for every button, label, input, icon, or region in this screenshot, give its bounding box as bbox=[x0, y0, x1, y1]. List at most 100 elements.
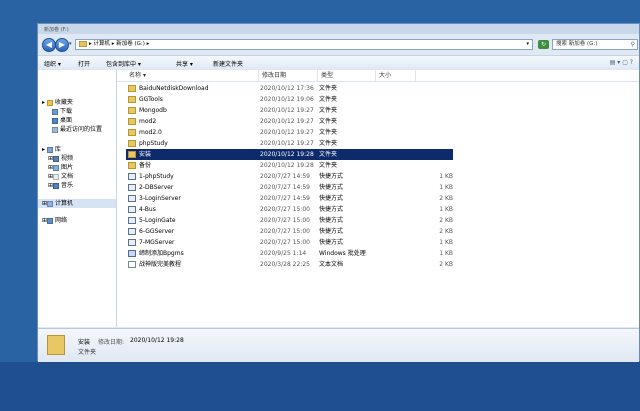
file-type: 快捷方式 bbox=[319, 195, 344, 202]
search-icon[interactable]: ⚲ bbox=[631, 40, 635, 49]
open-button[interactable]: 打开 bbox=[78, 59, 90, 68]
file-name: BaiduNetdiskDownload bbox=[139, 85, 209, 92]
file-type: 快捷方式 bbox=[319, 228, 344, 235]
file-row[interactable]: 1-phpStudy 2020/7/27 14:59 快捷方式 1 KB bbox=[117, 171, 639, 182]
history-dropdown-icon[interactable]: ▾ bbox=[69, 41, 72, 47]
sidebar-item-videos[interactable]: ⊞ 视频 bbox=[38, 154, 116, 163]
share-button[interactable]: 共享 ▾ bbox=[176, 59, 193, 68]
expand-icon[interactable]: ⊞ bbox=[38, 173, 53, 180]
expand-icon[interactable]: ⊞ bbox=[38, 155, 53, 162]
file-row[interactable]: 备份 2020/10/12 19:28 文件夹 bbox=[117, 160, 639, 171]
file-list: 名称 ▾ 修改日期 类型 大小 BaiduNetdiskDownload 2020… bbox=[117, 70, 639, 327]
details-name: 安装 bbox=[78, 339, 91, 346]
window-title: 新加卷 (F:) bbox=[44, 27, 69, 33]
sidebar-item-computer[interactable]: ⊞ 计算机 bbox=[38, 199, 116, 208]
sidebar-item-music[interactable]: ⊞ 音乐 bbox=[38, 181, 116, 190]
include-in-library-button[interactable]: 包含到库中 ▾ bbox=[106, 59, 141, 68]
back-button[interactable]: ◀ bbox=[42, 38, 56, 52]
expand-icon[interactable]: ⊞ bbox=[38, 182, 53, 189]
forward-button[interactable]: ▶ bbox=[55, 38, 69, 52]
file-row[interactable]: BaiduNetdiskDownload 2020/10/12 17:36 文件夹 bbox=[117, 83, 639, 94]
column-size[interactable]: 大小 bbox=[376, 70, 416, 81]
sidebar-item-recent[interactable]: 最近访问的位置 bbox=[38, 125, 116, 134]
file-row[interactable]: 缔制添加Bpgms 2020/9/25 1:14 Windows 批处理 1 KB bbox=[117, 248, 639, 259]
sidebar-item-downloads[interactable]: 下载 bbox=[38, 107, 116, 116]
file-row[interactable]: phpStudy 2020/10/12 19:27 文件夹 bbox=[117, 138, 639, 149]
file-name: 缔制添加Bpgms bbox=[139, 250, 184, 257]
title-bar[interactable]: 新加卷 (F:) bbox=[38, 24, 639, 34]
refresh-button[interactable]: ↻ bbox=[538, 40, 549, 49]
file-row[interactable]: Mongodb 2020/10/12 19:27 文件夹 bbox=[117, 105, 639, 116]
file-type: 快捷方式 bbox=[319, 239, 344, 246]
document-icon bbox=[53, 173, 60, 180]
sidebar-label: 下载 bbox=[60, 108, 73, 115]
file-date: 2020/10/12 19:28 bbox=[260, 162, 314, 169]
file-row[interactable]: mod2.0 2020/10/12 19:27 文件夹 bbox=[117, 127, 639, 138]
file-date: 2020/9/25 1:14 bbox=[260, 250, 307, 257]
file-row[interactable]: 安装 2020/10/12 19:28 文件夹 bbox=[117, 149, 639, 160]
view-options-icons[interactable]: ▤ ▾ ▢ ? bbox=[610, 59, 633, 66]
address-bar[interactable]: ▸ 计算机 ▸ 新加卷 (G:) ▸ ▾ bbox=[75, 39, 533, 50]
file-size: 2 KB bbox=[439, 195, 453, 202]
expand-icon[interactable]: ⊞ bbox=[38, 200, 47, 207]
sidebar-item-libraries[interactable]: ▸ 库 bbox=[38, 145, 116, 154]
file-date: 2020/10/12 19:28 bbox=[260, 151, 314, 158]
file-size: 1 KB bbox=[439, 239, 453, 246]
file-row[interactable]: GGTools 2020/10/12 19:06 文件夹 bbox=[117, 94, 639, 105]
network-icon bbox=[47, 217, 54, 224]
file-row[interactable]: 6-GGServer 2020/7/27 15:00 快捷方式 2 KB bbox=[117, 226, 639, 237]
file-name: 5-LoginGate bbox=[139, 217, 176, 224]
file-row[interactable]: 2-DBServer 2020/7/27 14:59 快捷方式 1 KB bbox=[117, 182, 639, 193]
sidebar-item-desktop[interactable]: 桌面 bbox=[38, 116, 116, 125]
file-row[interactable]: 4-Bus 2020/7/27 15:00 快捷方式 1 KB bbox=[117, 204, 639, 215]
search-input[interactable]: 搜索 新加卷 (G:) ⚲ bbox=[552, 39, 638, 50]
file-name: 7-MGServer bbox=[139, 239, 175, 246]
column-name[interactable]: 名称 ▾ bbox=[126, 70, 259, 81]
column-date[interactable]: 修改日期 bbox=[259, 70, 318, 81]
column-type[interactable]: 类型 bbox=[318, 70, 376, 81]
sidebar-item-pictures[interactable]: ⊞ 图片 bbox=[38, 163, 116, 172]
expand-icon[interactable]: ⊞ bbox=[38, 164, 53, 171]
file-row[interactable]: 战神版完美教程 2020/3/28 22:25 文本文档 2 KB bbox=[117, 259, 639, 270]
sidebar-item-favorites[interactable]: ▸ 收藏夹 bbox=[38, 98, 116, 107]
details-pane: 安装 修改日期: 2020/10/12 19:28 文件夹 bbox=[38, 328, 639, 362]
file-type: Windows 批处理 bbox=[319, 250, 366, 257]
shortcut-icon bbox=[128, 228, 136, 235]
sidebar-label: 库 bbox=[54, 146, 61, 153]
folder-icon bbox=[128, 162, 136, 169]
sidebar-item-documents[interactable]: ⊞ 文档 bbox=[38, 172, 116, 181]
organize-button[interactable]: 组织 ▾ bbox=[44, 59, 61, 68]
file-size: 2 KB bbox=[439, 228, 453, 235]
file-row[interactable]: 5-LoginGate 2020/7/27 15:00 快捷方式 2 KB bbox=[117, 215, 639, 226]
folder-icon bbox=[128, 118, 136, 125]
file-date: 2020/7/27 15:00 bbox=[260, 206, 310, 213]
file-type: 文件夹 bbox=[319, 107, 338, 114]
exe-icon bbox=[128, 250, 136, 257]
file-type: 快捷方式 bbox=[319, 173, 344, 180]
folder-icon bbox=[128, 85, 136, 92]
collapse-icon[interactable]: ▸ bbox=[38, 99, 47, 106]
file-name: 6-GGServer bbox=[139, 228, 175, 235]
folder-icon bbox=[128, 140, 136, 147]
file-name: 安装 bbox=[139, 151, 152, 158]
recent-places-icon bbox=[52, 126, 58, 133]
address-dropdown-icon[interactable]: ▾ bbox=[526, 40, 529, 49]
collapse-icon[interactable]: ▸ bbox=[38, 146, 47, 153]
file-date: 2020/7/27 15:00 bbox=[260, 228, 310, 235]
folder-icon bbox=[128, 107, 136, 114]
file-row[interactable]: mod2 2020/10/12 19:27 文件夹 bbox=[117, 116, 639, 127]
folder-icon bbox=[128, 96, 136, 103]
folder-icon bbox=[79, 40, 87, 47]
file-row[interactable]: 7-MGServer 2020/7/27 15:00 快捷方式 1 KB bbox=[117, 237, 639, 248]
sidebar-item-network[interactable]: ⊞ 网络 bbox=[38, 216, 116, 225]
file-name: 备份 bbox=[139, 162, 152, 169]
doc-icon bbox=[128, 261, 136, 268]
file-name: 1-phpStudy bbox=[139, 173, 174, 180]
file-type: 快捷方式 bbox=[319, 217, 344, 224]
file-type: 文件夹 bbox=[319, 85, 338, 92]
expand-icon[interactable]: ⊞ bbox=[38, 217, 47, 224]
shortcut-icon bbox=[128, 217, 136, 224]
file-row[interactable]: 3-LoginServer 2020/7/27 14:59 快捷方式 2 KB bbox=[117, 193, 639, 204]
file-type: 文件夹 bbox=[319, 151, 338, 158]
new-folder-button[interactable]: 新建文件夹 bbox=[213, 59, 243, 68]
